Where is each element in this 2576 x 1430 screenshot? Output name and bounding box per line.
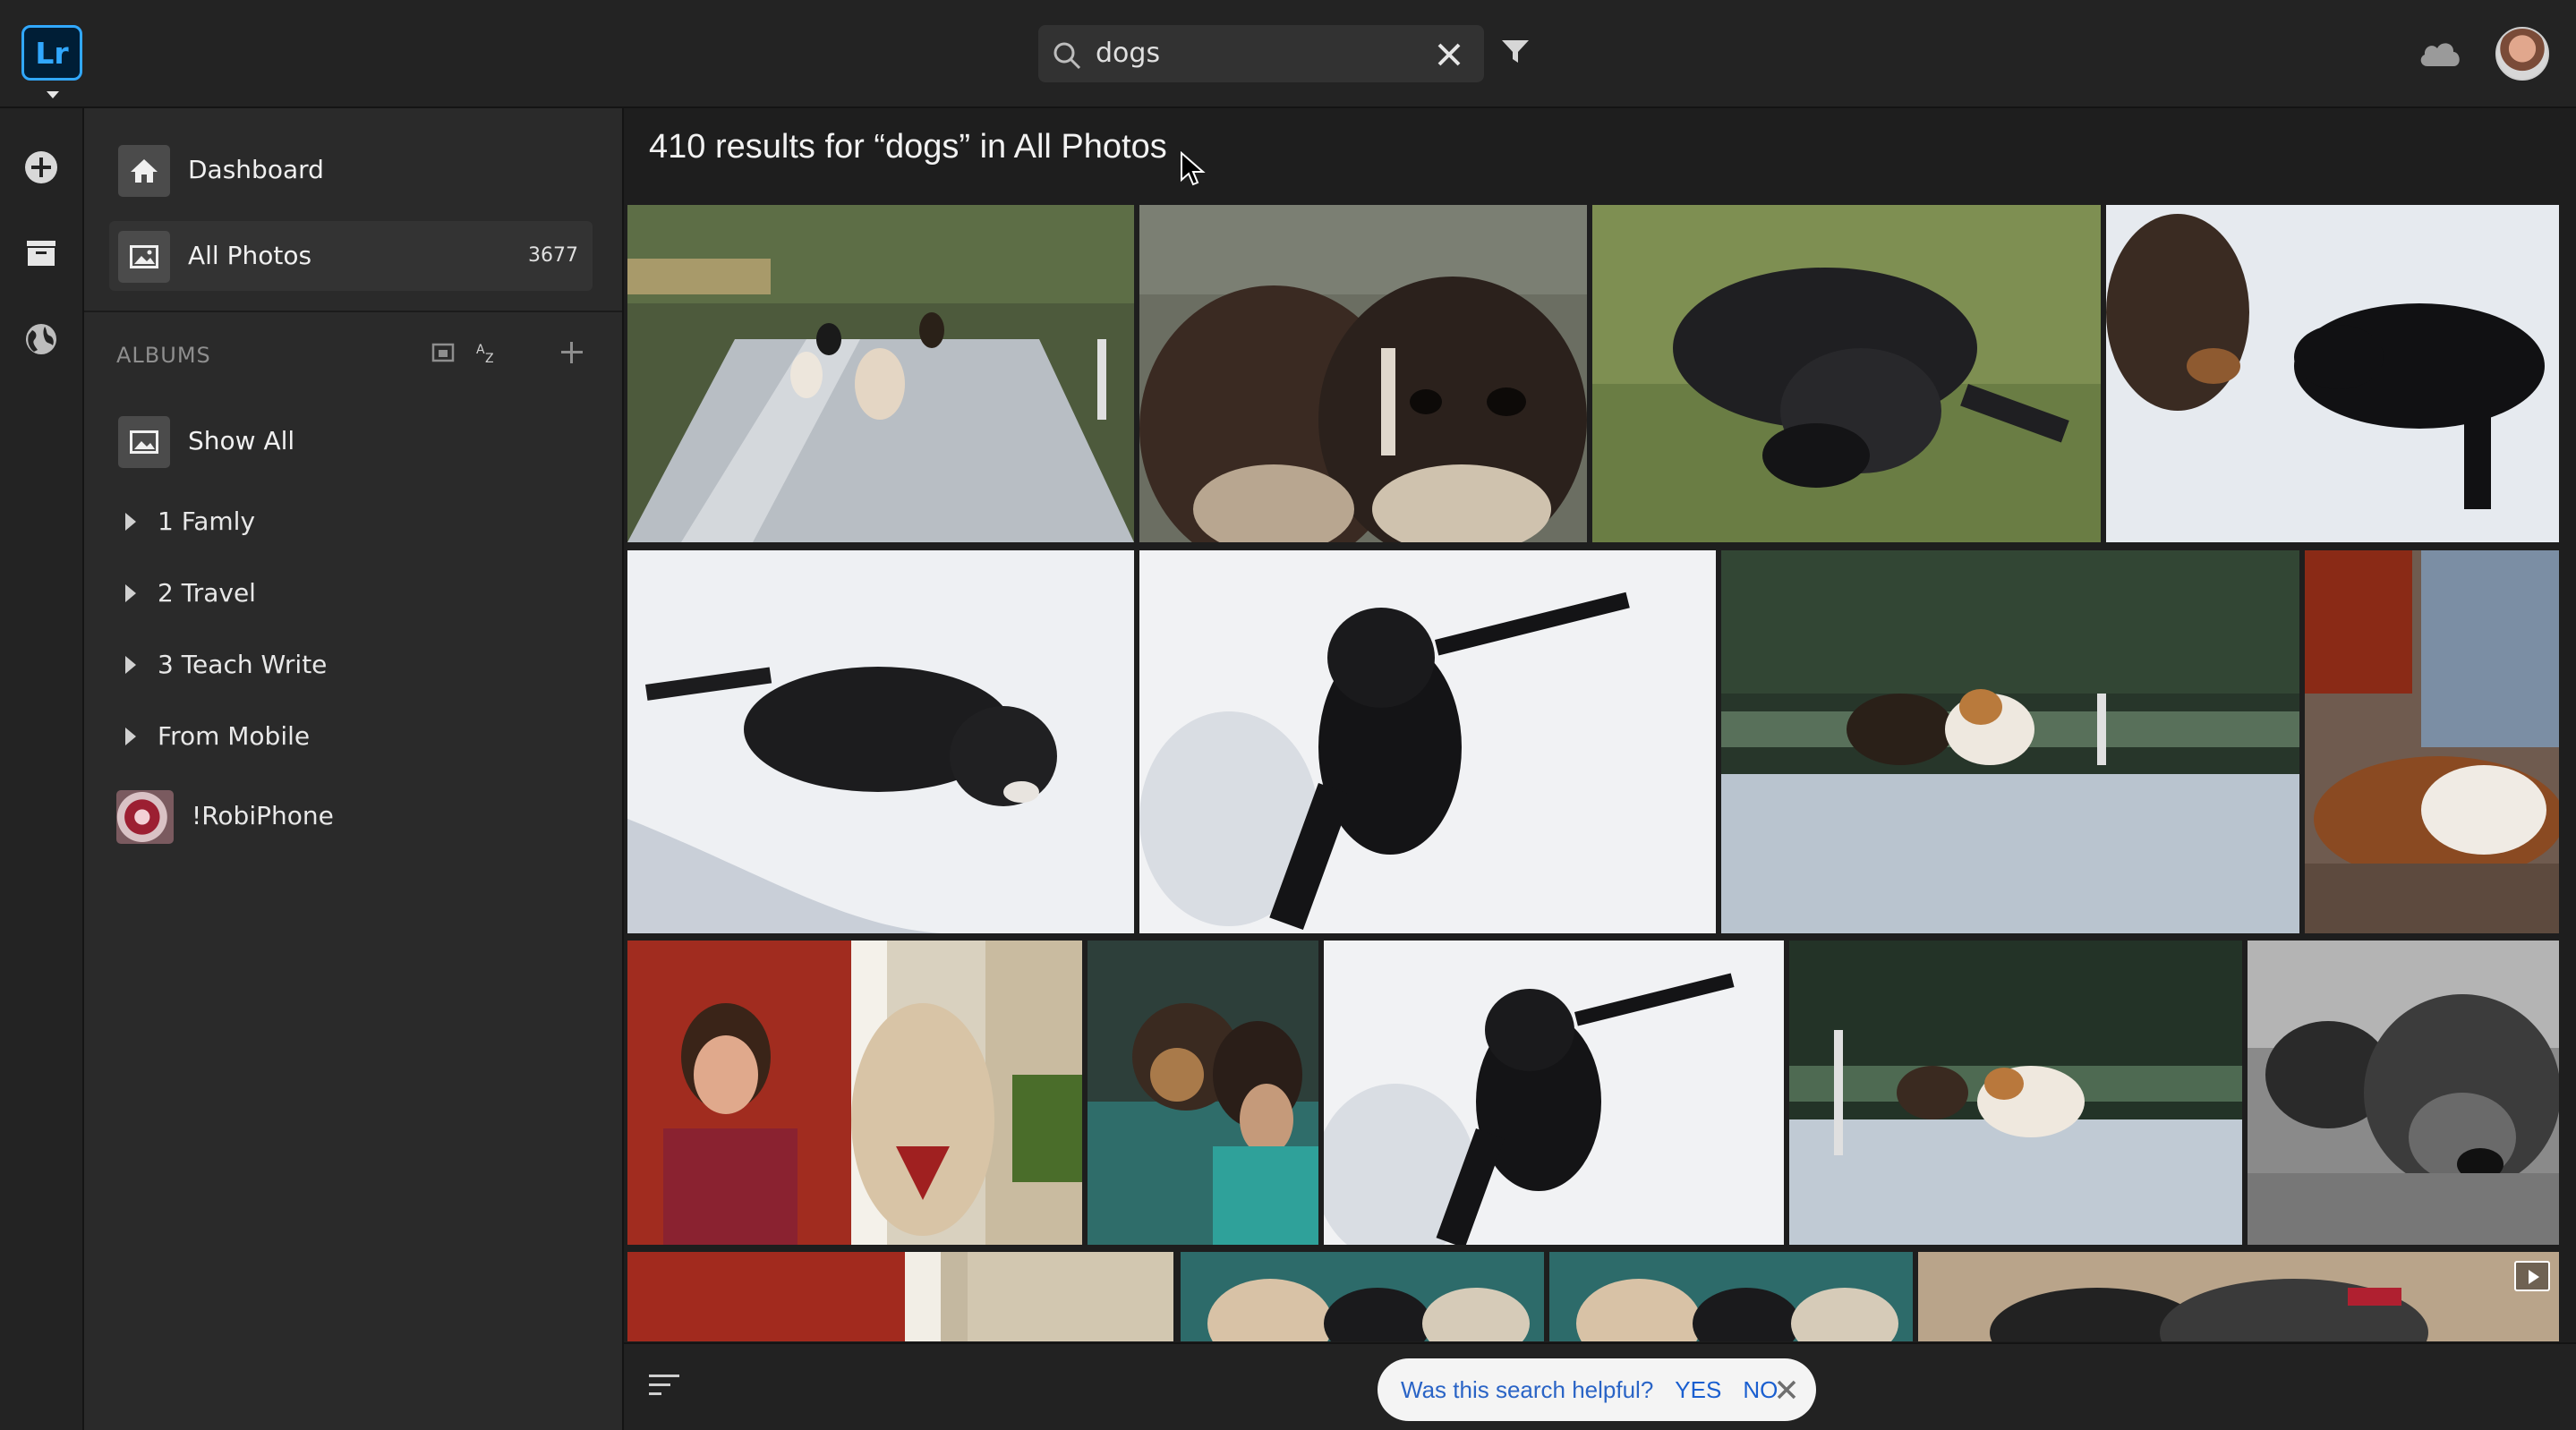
- photo-thumbnail[interactable]: [1324, 941, 1784, 1245]
- woman-with-dog-photo: [627, 941, 1082, 1245]
- app-logo-text: Lr: [35, 35, 69, 71]
- add-album-icon[interactable]: [559, 339, 585, 366]
- beagle-guitar-photo: [2305, 550, 2559, 933]
- feedback-yes-button[interactable]: YES: [1675, 1376, 1721, 1404]
- photo-grid-area: 410 results for “dogs” in All Photos: [624, 108, 2576, 1430]
- feedback-question: Was this search helpful?: [1401, 1375, 1654, 1403]
- sort-icon[interactable]: [647, 1371, 683, 1403]
- photo-thumbnail[interactable]: [2248, 941, 2559, 1245]
- search-icon: [1053, 42, 1081, 70]
- expand-caret-icon[interactable]: [125, 728, 136, 745]
- album-label: From Mobile: [158, 721, 311, 751]
- puppy-running-snow-photo: [1324, 941, 1784, 1245]
- album-label: 3 Teach Write: [158, 650, 328, 679]
- video-icon: [2514, 1261, 2550, 1291]
- svg-text:A: A: [476, 343, 485, 357]
- dogs-on-dock-photo: [1789, 941, 2242, 1245]
- filter-icon[interactable]: [1499, 38, 1531, 66]
- album-item[interactable]: !RobiPhone: [116, 785, 600, 847]
- dogs-in-snow-photo: [2106, 205, 2559, 542]
- sidebar: Dashboard All Photos 3677 ALBUMS AZ Show…: [84, 108, 624, 1430]
- puppy-running-snow-photo: [1139, 550, 1716, 933]
- photo-thumbnail[interactable]: [1721, 550, 2299, 933]
- photo-thumbnail[interactable]: [2305, 550, 2559, 933]
- left-rail: [0, 108, 84, 1430]
- add-icon[interactable]: [23, 149, 59, 185]
- dogs-on-couch-video: [1918, 1252, 2559, 1341]
- results-title: 410 results for “dogs” in All Photos: [649, 128, 1167, 166]
- photo-thumbnail[interactable]: [627, 550, 1134, 933]
- album-folder[interactable]: From Mobile: [116, 705, 600, 768]
- search-box[interactable]: dogs: [1038, 25, 1484, 82]
- album-label: 1 Famly: [158, 506, 256, 536]
- clear-search-icon[interactable]: [1434, 39, 1464, 70]
- photo-thumbnail[interactable]: [1789, 941, 2242, 1245]
- cloud-sync-icon[interactable]: [2417, 38, 2463, 70]
- two-puppies-photo: [1139, 205, 1587, 542]
- photo-thumbnail[interactable]: [627, 941, 1082, 1245]
- expand-caret-icon[interactable]: [125, 656, 136, 674]
- sidebar-item-dashboard[interactable]: Dashboard: [109, 135, 593, 205]
- logo-menu-caret-icon[interactable]: [47, 91, 59, 98]
- album-view-icon[interactable]: [430, 339, 456, 366]
- sidebar-item-all-photos[interactable]: All Photos 3677: [109, 221, 593, 291]
- globe-icon[interactable]: [23, 321, 59, 357]
- photo-thumbnail[interactable]: [1139, 205, 1587, 542]
- photo-thumbnail[interactable]: [2106, 205, 2559, 542]
- search-input[interactable]: dogs: [1096, 25, 1160, 82]
- album-folder[interactable]: 2 Travel: [116, 562, 600, 625]
- photo-thumbnail[interactable]: [1088, 941, 1318, 1245]
- user-avatar[interactable]: [2495, 27, 2549, 81]
- sleeping-dogs-photo: [1181, 1252, 1544, 1341]
- feedback-no-button[interactable]: NO: [1743, 1376, 1778, 1404]
- album-label: !RobiPhone: [192, 801, 334, 830]
- expand-caret-icon[interactable]: [125, 513, 136, 531]
- dock-dogs-photo: [627, 205, 1134, 542]
- sidebar-item-label: All Photos: [188, 241, 312, 270]
- photo-thumbnail[interactable]: [1181, 1252, 1544, 1341]
- sidebar-item-label: Dashboard: [188, 155, 324, 184]
- photo-thumbnail[interactable]: [1592, 205, 2101, 542]
- photo-thumbnail[interactable]: [627, 1252, 1173, 1341]
- album-thumbnail: [116, 790, 174, 844]
- svg-text:Z: Z: [485, 352, 494, 366]
- sidebar-item-label: Show All: [188, 426, 295, 455]
- photo-thumbnail[interactable]: [627, 205, 1134, 542]
- album-folder[interactable]: 1 Famly: [116, 490, 600, 553]
- expand-caret-icon[interactable]: [125, 584, 136, 602]
- album-folder[interactable]: 3 Teach Write: [116, 634, 600, 696]
- albums-header: ALBUMS: [116, 343, 211, 368]
- bottom-bar: Was this search helpful? YES NO: [624, 1342, 2576, 1430]
- top-bar: Lr dogs: [0, 0, 2576, 108]
- photo-icon: [118, 231, 170, 283]
- mouse-cursor-icon: [1181, 151, 1206, 186]
- dogs-on-dock-photo: [1721, 550, 2299, 933]
- boy-with-dogs-photo: [1088, 941, 1318, 1245]
- search-feedback-toast: Was this search helpful? YES NO: [1378, 1358, 1816, 1421]
- photo-icon: [118, 416, 170, 468]
- album-label: 2 Travel: [158, 578, 256, 608]
- sleeping-dogs-photo: [1549, 1252, 1913, 1341]
- sort-az-icon[interactable]: AZ: [474, 339, 501, 366]
- photo-thumbnail[interactable]: [1139, 550, 1716, 933]
- red-door-photo: [627, 1252, 1173, 1341]
- puppy-snow-photo: [627, 550, 1134, 933]
- home-icon: [118, 145, 170, 197]
- photo-count: 3677: [528, 244, 578, 267]
- divider: [84, 311, 622, 312]
- dog-bw-portrait-photo: [2248, 941, 2559, 1245]
- sidebar-item-show-all[interactable]: Show All: [109, 406, 593, 476]
- photo-thumbnail[interactable]: [1549, 1252, 1913, 1341]
- photo-thumbnail[interactable]: [1918, 1252, 2559, 1341]
- library-icon[interactable]: [23, 235, 59, 271]
- puppy-grass-photo: [1592, 205, 2101, 542]
- close-icon[interactable]: [1775, 1378, 1798, 1401]
- app-logo[interactable]: Lr: [21, 25, 82, 81]
